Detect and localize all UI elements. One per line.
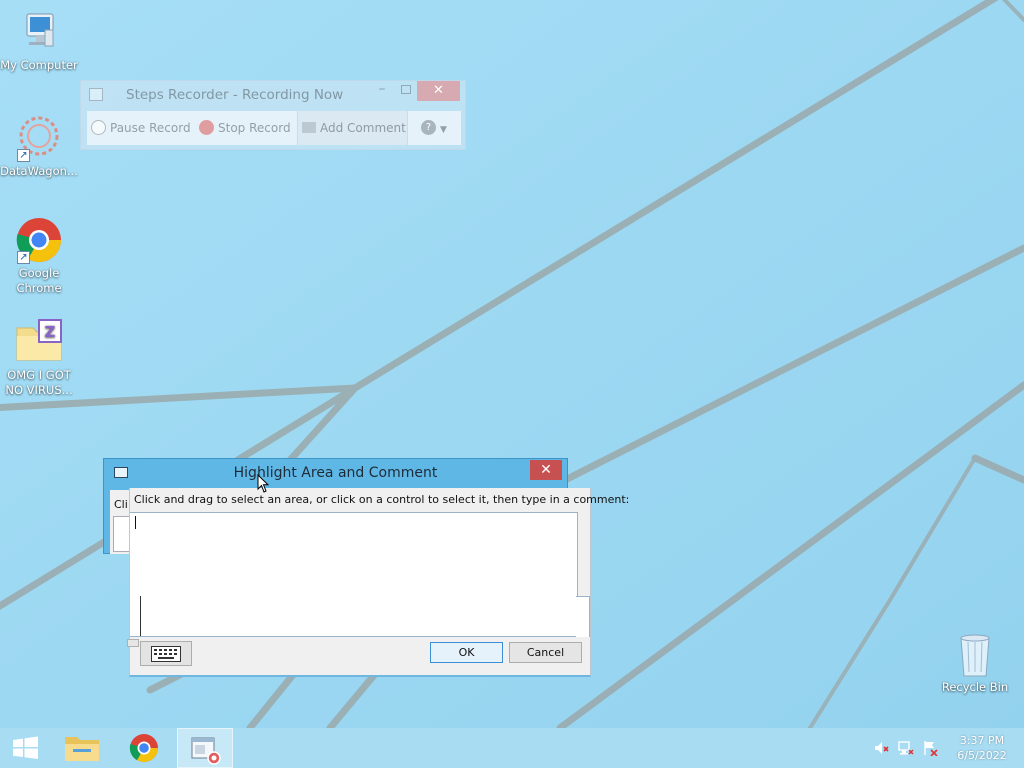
pause-record-label: Pause Record (110, 121, 191, 135)
resize-edge (140, 596, 141, 636)
comment-panel: Click and drag to select an area, or cli… (127, 488, 629, 677)
volume-muted-icon[interactable] (873, 740, 889, 756)
chrome-icon (129, 734, 158, 762)
comment-icon (302, 122, 316, 133)
taskbar-chrome[interactable] (116, 728, 172, 768)
keyboard-button[interactable] (140, 641, 192, 666)
dialog-close-button[interactable]: ✕ (530, 460, 562, 480)
text-caret (135, 516, 136, 529)
svg-text:Z: Z (45, 323, 56, 341)
steps-recorder-title: Steps Recorder - Recording Now (126, 87, 344, 103)
steps-recorder-window[interactable]: Steps Recorder - Recording Now – ✕ Pause… (80, 80, 466, 150)
ok-button[interactable]: OK (430, 642, 503, 663)
desktop-icon-zip-folder[interactable]: Z OMG I GOT NO VIRUS... (0, 318, 78, 398)
steps-recorder-titlebar[interactable]: Steps Recorder - Recording Now – ✕ (81, 81, 465, 109)
steps-recorder-icon (191, 737, 221, 765)
computer-icon (15, 8, 63, 56)
start-icon (13, 736, 38, 759)
pause-record-button[interactable]: Pause Record (91, 111, 191, 145)
desktop-icon-my-computer[interactable]: My Computer (0, 8, 78, 73)
clock-time: 3:37 PM (959, 734, 1005, 747)
add-comment-label: Add Comment (320, 121, 406, 135)
keyboard-icon (151, 645, 181, 662)
start-button[interactable] (0, 728, 56, 768)
cancel-button[interactable]: Cancel (509, 642, 582, 663)
comment-instruction: Click and drag to select an area, or cli… (134, 493, 630, 506)
stop-icon (199, 120, 214, 135)
maximize-button[interactable] (393, 83, 419, 101)
taskbar: 3:37 PM 6/5/2022 (0, 728, 1024, 768)
desktop-icon-label: DataWagon... (0, 164, 78, 178)
datawagon-icon: ↗ (15, 114, 63, 162)
help-menu-button[interactable]: ? ▼ (421, 111, 457, 145)
zip-folder-icon: Z (15, 318, 63, 366)
network-icon[interactable] (898, 740, 914, 756)
partial-instruction-label: Cli (114, 498, 128, 511)
action-center-icon[interactable] (922, 740, 938, 756)
dropdown-arrow-icon: ▼ (440, 125, 447, 135)
clock-date: 6/5/2022 (957, 749, 1007, 762)
dialog-title: Highlight Area and Comment (233, 465, 438, 481)
add-comment-button[interactable]: Add Comment (297, 111, 408, 145)
stop-record-label: Stop Record (218, 121, 291, 135)
desktop-icon-label: OMG I GOT NO VIRUS... (5, 368, 73, 397)
desktop-icon-label: Recycle Bin (941, 680, 1009, 694)
file-explorer-icon (65, 737, 99, 761)
close-button[interactable]: ✕ (417, 81, 460, 101)
steps-recorder-app-icon (89, 88, 103, 101)
taskbar-steps-recorder[interactable] (177, 728, 233, 768)
resize-grip[interactable] (127, 639, 139, 647)
mouse-cursor-icon (257, 474, 270, 493)
taskbar-file-explorer[interactable] (55, 728, 111, 768)
desktop-icon-datawagon[interactable]: ↗ DataWagon... (0, 114, 78, 179)
taskbar-clock[interactable]: 3:37 PM 6/5/2022 (950, 733, 1014, 763)
chrome-icon: ↗ (15, 216, 63, 264)
comment-area-extension (576, 596, 590, 637)
stop-record-button[interactable]: Stop Record (199, 111, 297, 145)
comment-textarea[interactable] (130, 512, 578, 637)
recycle-bin-icon (951, 630, 999, 678)
minimize-button[interactable]: – (369, 81, 395, 101)
desktop-icon-label: Google Chrome (16, 266, 62, 295)
pause-icon (91, 120, 106, 135)
desktop-icon-label: My Computer (0, 58, 78, 72)
shortcut-arrow-icon: ↗ (17, 149, 30, 162)
steps-recorder-toolbar: Pause Record Stop Record Add Comment ? ▼ (87, 111, 461, 145)
desktop-icon-recycle-bin[interactable]: Recycle Bin (936, 630, 1014, 695)
shortcut-arrow-icon: ↗ (17, 251, 30, 264)
desktop-icon-google-chrome[interactable]: ↗ Google Chrome (0, 216, 78, 296)
help-icon: ? (421, 120, 436, 135)
